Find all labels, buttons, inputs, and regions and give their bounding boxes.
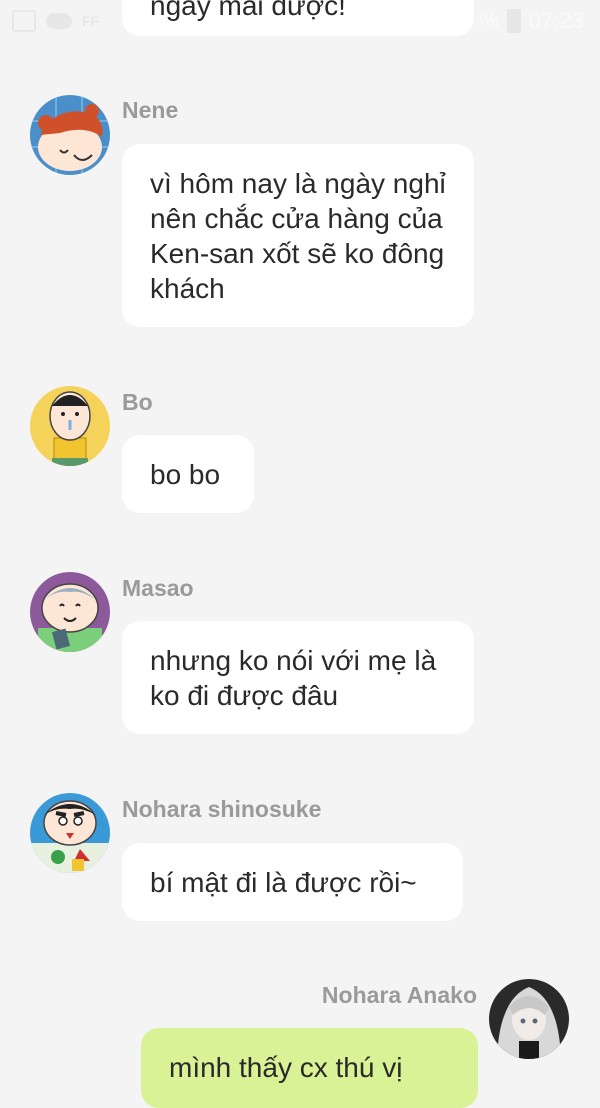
image-icon (12, 10, 36, 32)
status-time: 07:23 (528, 8, 584, 33)
message-bubble[interactable]: nhưng ko nói với mẹ là ko đi được đâu (122, 621, 474, 734)
avatar-bo[interactable] (30, 386, 110, 466)
ff-icon: FF (82, 13, 100, 29)
battery-icon (506, 9, 521, 33)
avatar-masao[interactable] (30, 572, 110, 652)
message-bubble[interactable]: bo bo (122, 435, 254, 513)
sender-name: Masao (122, 575, 194, 601)
avatar-shinosuke[interactable] (30, 793, 110, 873)
avatar-anako[interactable] (489, 979, 569, 1059)
message-text: mình thấy cx thú vị (169, 1052, 403, 1083)
message-bubble[interactable]: vì hôm nay là ngày nghỉ nên chắc cửa hàn… (122, 144, 474, 327)
sender-name: Nene (122, 97, 179, 123)
sender-name: Nohara shinosuke (122, 796, 322, 822)
message-text: nhưng ko nói với mẹ là ko đi được đâu (150, 645, 437, 711)
sender-name: Bo (122, 389, 153, 415)
message-bubble-own[interactable]: mình thấy cx thú vị (141, 1028, 478, 1108)
message-text: vì hôm nay là ngày nghỉ nên chắc cửa hàn… (150, 168, 446, 304)
message-bubble[interactable]: bí mật đi là được rồi~ (122, 843, 463, 921)
message-text: bí mật đi là được rồi~ (150, 867, 417, 898)
avatar-nene[interactable] (30, 95, 110, 175)
status-bar: FF % 07:23 (0, 0, 600, 44)
sender-name-own: Nohara Anako (321, 982, 477, 1008)
cloud-icon (46, 13, 72, 29)
message-text: bo bo (150, 459, 221, 490)
battery-percent: % (479, 8, 499, 33)
